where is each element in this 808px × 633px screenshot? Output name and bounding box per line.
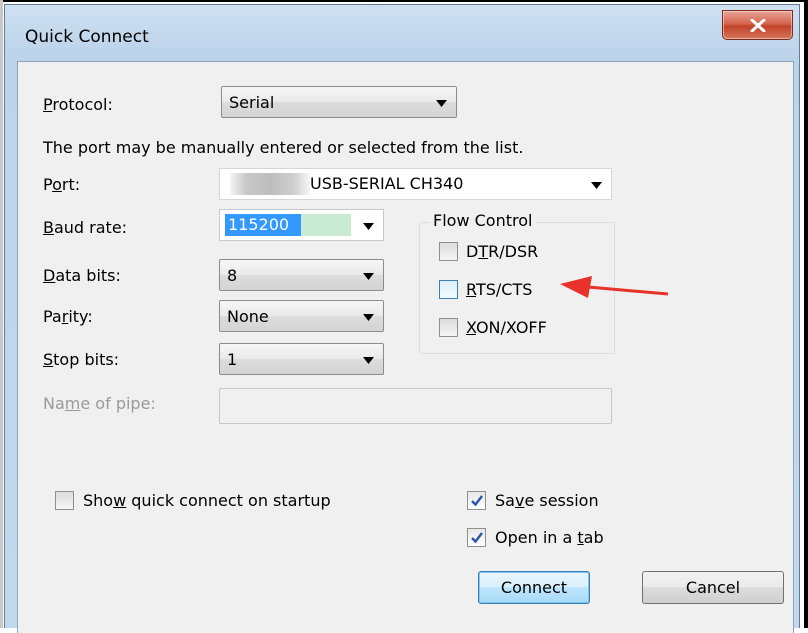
baud-label-rest: aud rate:: [53, 218, 128, 237]
databits-value: 8: [227, 266, 238, 285]
flow-control-title: Flow Control: [429, 211, 537, 230]
dtr-dsr-label: DTR/DSR: [466, 242, 539, 261]
parity-label-pa: Pa: [43, 307, 62, 326]
protocol-label: Protocol:: [43, 95, 113, 114]
rts-cts-label: RTS/CTS: [466, 280, 533, 299]
port-label: Port:: [43, 175, 81, 194]
pipe-label-rest: e of pipe:: [80, 394, 156, 413]
baud-label: Baud rate:: [43, 218, 128, 237]
show-on-startup-checkbox[interactable]: [55, 491, 74, 510]
port-label-rest: rt:: [61, 175, 81, 194]
startup-label-a: Sho: [83, 491, 114, 510]
parity-value: None: [227, 307, 269, 326]
xon-xoff-label: XON/XOFF: [466, 318, 547, 337]
dialog-window: Quick Connect Protocol: Serial The port …: [4, 4, 800, 633]
tab-label-a: Open in a: [495, 528, 578, 547]
databits-label-rest: ata bits:: [55, 266, 121, 285]
databits-select[interactable]: 8: [219, 259, 384, 291]
chevron-down-icon: [363, 273, 374, 280]
port-value: USB-SERIAL CH340: [310, 174, 464, 193]
protocol-label-rest: rotocol:: [52, 95, 113, 114]
chevron-down-icon: [591, 182, 602, 189]
save-label-rest: e session: [524, 491, 599, 510]
databits-label: Data bits:: [43, 266, 121, 285]
save-label-s: Sa: [495, 491, 515, 510]
parity-select[interactable]: None: [219, 300, 384, 332]
stopbits-select[interactable]: 1: [219, 343, 384, 375]
stopbits-value: 1: [227, 350, 238, 369]
screen-edge: [0, 0, 808, 2]
cancel-button[interactable]: Cancel: [642, 571, 784, 604]
checkmark-icon: [471, 495, 483, 507]
window-title: Quick Connect: [25, 27, 149, 47]
protocol-select[interactable]: Serial: [221, 86, 457, 118]
dtr-dsr-checkbox[interactable]: [439, 242, 458, 261]
dtr-label-rest: R/DSR: [488, 242, 539, 261]
checkmark-icon: [471, 532, 483, 544]
save-session-label: Save session: [495, 491, 599, 510]
pipe-label: Name of pipe:: [43, 394, 156, 413]
screen-edge: [804, 0, 808, 628]
baud-combobox[interactable]: 115200: [219, 209, 384, 241]
port-combobox[interactable]: USB-SERIAL CH340: [219, 168, 612, 200]
port-label-p: P: [43, 175, 53, 194]
rts-label-rest: TS/CTS: [475, 280, 533, 299]
open-in-tab-label: Open in a tab: [495, 528, 604, 547]
stopbits-label: Stop bits:: [43, 350, 120, 369]
screen-edge: [0, 0, 3, 628]
parity-label-rest: ity:: [68, 307, 93, 326]
chevron-down-icon: [436, 100, 447, 107]
baud-highlight: [301, 214, 351, 236]
open-in-tab-checkbox[interactable]: [467, 528, 486, 547]
redacted-region: [230, 173, 310, 195]
connect-button[interactable]: Connect: [478, 571, 590, 604]
chevron-down-icon: [363, 314, 374, 321]
pipe-label-na: Na: [43, 394, 65, 413]
xon-label-rest: ON/XOFF: [475, 318, 547, 337]
pipe-name-input: [219, 388, 612, 424]
parity-label: Parity:: [43, 307, 93, 326]
port-hint-text: The port may be manually entered or sele…: [43, 138, 524, 157]
chevron-down-icon: [363, 357, 374, 364]
baud-value: 115200: [228, 215, 290, 234]
stopbits-label-rest: top bits:: [53, 350, 120, 369]
xon-xoff-checkbox[interactable]: [439, 318, 458, 337]
show-on-startup-label: Show quick connect on startup: [83, 491, 331, 510]
dialog-body: Protocol: Serial The port may be manuall…: [17, 61, 794, 633]
rts-cts-checkbox[interactable]: [439, 280, 458, 299]
baud-selection: 115200: [225, 214, 301, 236]
tab-label-rest: ab: [583, 528, 604, 547]
save-session-checkbox[interactable]: [467, 491, 486, 510]
close-button[interactable]: [722, 10, 793, 40]
dtr-label-d: D: [466, 242, 479, 261]
chevron-down-icon: [363, 223, 374, 230]
close-icon: [750, 19, 766, 32]
protocol-value: Serial: [229, 93, 275, 112]
startup-label-rest: quick connect on startup: [126, 491, 331, 510]
